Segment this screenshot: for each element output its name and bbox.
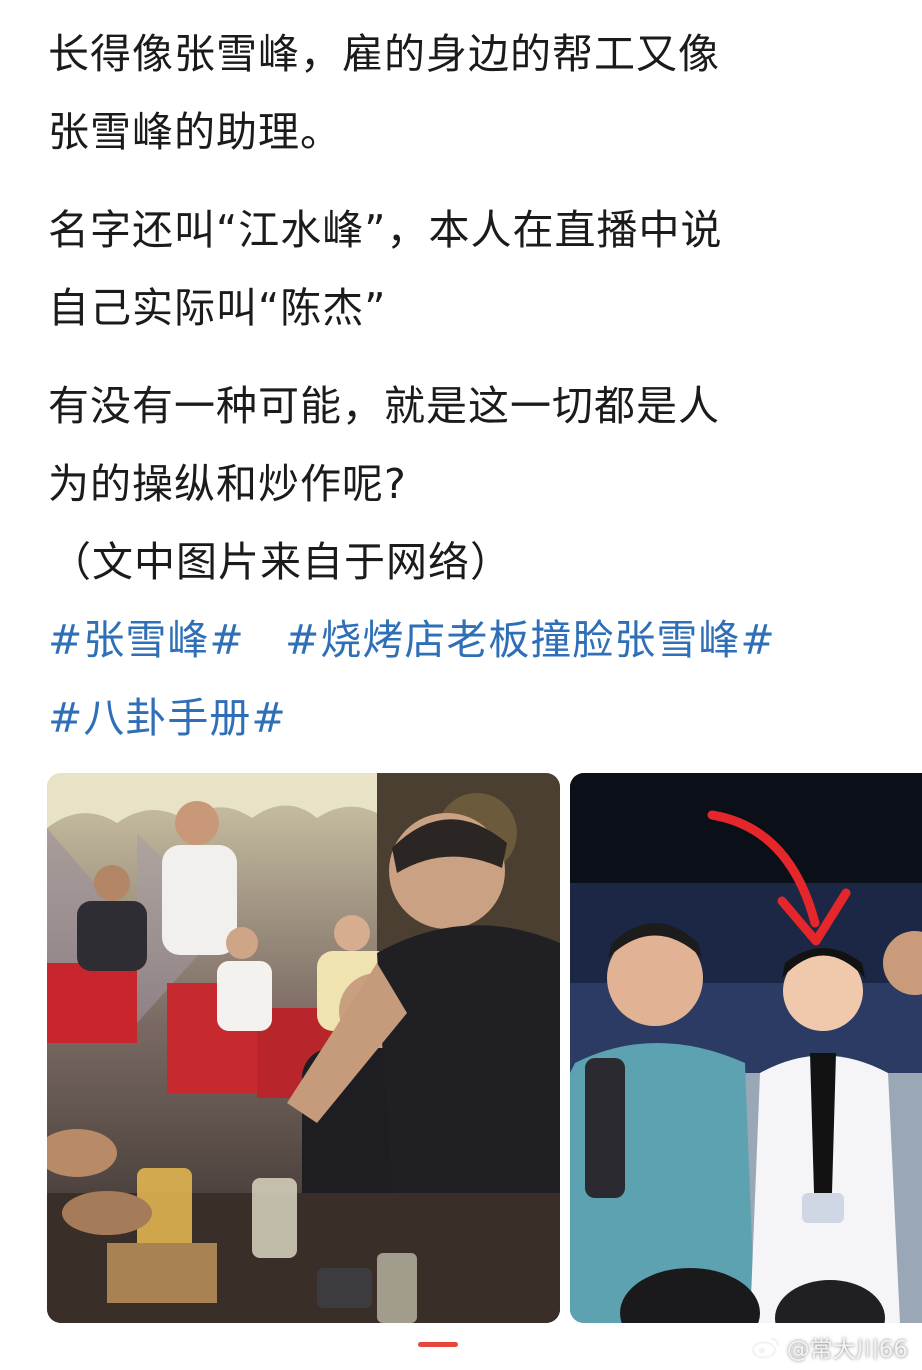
bbq-restaurant-photo[interactable] xyxy=(47,773,560,1323)
weibo-icon xyxy=(751,1338,779,1359)
image-source-note: （文中图片来自于网络） xyxy=(50,538,512,586)
hashtag-bbq-owner[interactable]: #烧烤店老板撞脸张雪峰# xyxy=(285,610,776,670)
post-text-line-5: 有没有一种可能，就是这一切都是人 xyxy=(48,382,720,430)
hashtag-gossip-handbook[interactable]: #八卦手册# xyxy=(48,688,287,748)
post-text-line-3: 名字还叫“江水峰”，本人在直播中说 xyxy=(48,206,723,254)
post-text-line-2: 张雪峰的助理。 xyxy=(48,108,342,156)
watermark-text: @常大川66 xyxy=(786,1337,908,1363)
post-text-line-4: 自己实际叫“陈杰” xyxy=(48,284,387,332)
stage-photo-illustration xyxy=(570,773,922,1323)
bbq-photo-illustration xyxy=(47,773,560,1323)
carousel-active-dot xyxy=(418,1342,458,1347)
watermark: @常大川66 xyxy=(751,1330,908,1364)
post-text-line-1: 长得像张雪峰，雇的身边的帮工又像 xyxy=(48,30,720,78)
stage-event-photo[interactable] xyxy=(570,773,922,1323)
post-text-line-6: 为的操纵和炒作呢? xyxy=(48,460,407,508)
hashtag-zhang-xuefeng[interactable]: #张雪峰# xyxy=(48,610,245,670)
